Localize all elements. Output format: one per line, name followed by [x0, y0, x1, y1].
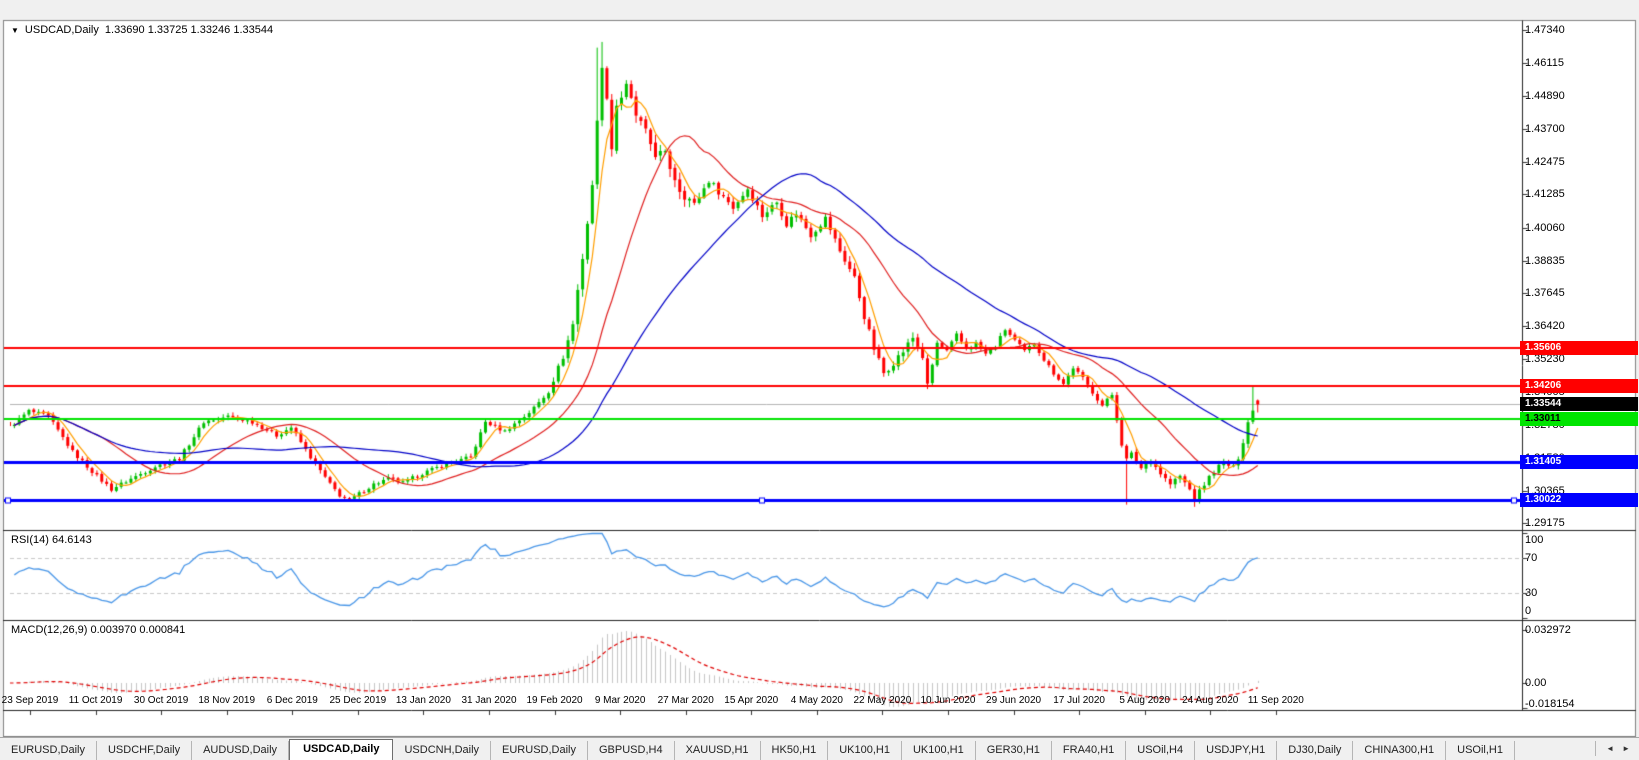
price-level-tag[interactable]: 1.33544 [1520, 397, 1638, 411]
date-axis-label: 9 Mar 2020 [595, 695, 646, 706]
date-axis-label: 24 Aug 2020 [1182, 695, 1238, 706]
chart-symbol-label: USDCAD,Daily [25, 24, 99, 36]
symbol-tab-gbpusd-h4[interactable]: GBPUSD,H4 [588, 741, 675, 760]
rsi-axis-tick-label: 100 [1525, 533, 1635, 547]
price-axis-tick-label: 1.46115 [1525, 56, 1635, 70]
price-chart-canvas[interactable] [0, 0, 1639, 760]
collapse-caret-icon[interactable]: ▼ [11, 26, 19, 35]
date-axis-label: 6 Dec 2019 [267, 695, 318, 706]
date-axis-label: 15 Apr 2020 [724, 695, 778, 706]
symbol-tab-audusd-daily[interactable]: AUDUSD,Daily [192, 741, 289, 760]
macd-axis-tick-label: -0.018154 [1525, 697, 1635, 711]
chart-title: ▼ USDCAD,Daily 1.33690 1.33725 1.33246 1… [11, 24, 273, 36]
date-axis-label: 27 Mar 2020 [658, 695, 714, 706]
date-axis-label: 17 Jul 2020 [1053, 695, 1105, 706]
price-axis-tick-label: 1.40060 [1525, 221, 1635, 235]
price-level-tag[interactable]: 1.35606 [1520, 341, 1638, 355]
price-level-tag[interactable]: 1.30022 [1520, 493, 1638, 507]
price-level-tag[interactable]: 1.31405 [1520, 455, 1638, 469]
symbol-tab-fra40-h1[interactable]: FRA40,H1 [1052, 741, 1126, 760]
price-axis-tick-label: 1.42475 [1525, 155, 1635, 169]
symbol-tab-usdchf-daily[interactable]: USDCHF,Daily [97, 741, 192, 760]
macd-indicator-label: MACD(12,26,9) 0.003970 0.000841 [11, 624, 185, 636]
date-axis-label: 22 May 2020 [853, 695, 911, 706]
date-axis-label: 5 Aug 2020 [1119, 695, 1170, 706]
date-axis-label: 13 Jan 2020 [396, 695, 451, 706]
symbol-tab-usoil-h4[interactable]: USOil,H4 [1126, 741, 1195, 760]
price-axis-tick-label: 1.41285 [1525, 187, 1635, 201]
date-axis-label: 19 Feb 2020 [526, 695, 582, 706]
symbol-tab-bar: EURUSD,DailyUSDCHF,DailyAUDUSD,DailyUSDC… [0, 737, 1639, 760]
price-axis-tick-label: 1.36420 [1525, 319, 1635, 333]
date-axis-label: 23 Sep 2019 [2, 695, 59, 706]
date-axis-label: 11 Sep 2020 [1248, 695, 1304, 706]
rsi-axis-tick-label: 0 [1525, 604, 1635, 618]
date-axis-label: 18 Nov 2019 [198, 695, 255, 706]
symbol-tab-china300-h1[interactable]: CHINA300,H1 [1353, 741, 1446, 760]
mt4-terminal: ▾ M1M5M15M30H1H4D1W1MN ▼ USDCAD,Daily 1.… [0, 0, 1639, 760]
tab-scroll-right-icon[interactable]: ► [1622, 744, 1630, 753]
symbol-tab-usdcad-daily[interactable]: USDCAD,Daily [289, 739, 393, 760]
symbol-tab-ger30-h1[interactable]: GER30,H1 [976, 741, 1052, 760]
symbol-tab-usoil-h1[interactable]: USOil,H1 [1446, 741, 1515, 760]
date-axis-label: 4 May 2020 [791, 695, 843, 706]
price-axis-tick-label: 1.29175 [1525, 516, 1635, 530]
tab-scroll-left-icon[interactable]: ◄ [1606, 744, 1614, 753]
price-level-tag[interactable]: 1.34206 [1520, 379, 1638, 393]
rsi-axis-tick-label: 30 [1525, 586, 1635, 600]
price-level-tag[interactable]: 1.33011 [1520, 412, 1638, 426]
rsi-axis-tick-label: 70 [1525, 551, 1635, 565]
symbol-tab-eurusd-daily[interactable]: EURUSD,Daily [491, 741, 588, 760]
date-axis-label: 31 Jan 2020 [461, 695, 516, 706]
symbol-tab-uk100-h1[interactable]: UK100,H1 [828, 741, 902, 760]
symbol-tab-xauusd-h1[interactable]: XAUUSD,H1 [675, 741, 761, 760]
symbol-tab-usdcnh-daily[interactable]: USDCNH,Daily [393, 741, 491, 760]
date-axis-label: 11 Oct 2019 [69, 695, 123, 706]
symbol-tab-eurusd-daily[interactable]: EURUSD,Daily [0, 741, 97, 760]
chart-ohlc-values: 1.33690 1.33725 1.33246 1.33544 [105, 24, 273, 36]
rsi-indicator-label: RSI(14) 64.6143 [11, 534, 92, 546]
date-axis-label: 29 Jun 2020 [986, 695, 1041, 706]
symbol-tab-usdjpy-h1[interactable]: USDJPY,H1 [1195, 741, 1277, 760]
symbol-tab-dj30-daily[interactable]: DJ30,Daily [1277, 741, 1353, 760]
date-axis-label: 25 Dec 2019 [329, 695, 386, 706]
symbol-tab-uk100-h1[interactable]: UK100,H1 [902, 741, 976, 760]
date-axis-label: 10 Jun 2020 [920, 695, 975, 706]
date-axis-label: 30 Oct 2019 [134, 695, 188, 706]
macd-axis-tick-label: 0.00 [1525, 676, 1635, 690]
price-axis-tick-label: 1.38835 [1525, 254, 1635, 268]
symbol-tab-hk50-h1[interactable]: HK50,H1 [761, 741, 829, 760]
price-axis-tick-label: 1.37645 [1525, 286, 1635, 300]
macd-axis-tick-label: 0.032972 [1525, 623, 1635, 637]
price-axis-tick-label: 1.47340 [1525, 23, 1635, 37]
price-axis-tick-label: 1.44890 [1525, 89, 1635, 103]
price-axis-tick-label: 1.43700 [1525, 122, 1635, 136]
tab-scroll-arrows: ◄ ► [1595, 741, 1636, 756]
